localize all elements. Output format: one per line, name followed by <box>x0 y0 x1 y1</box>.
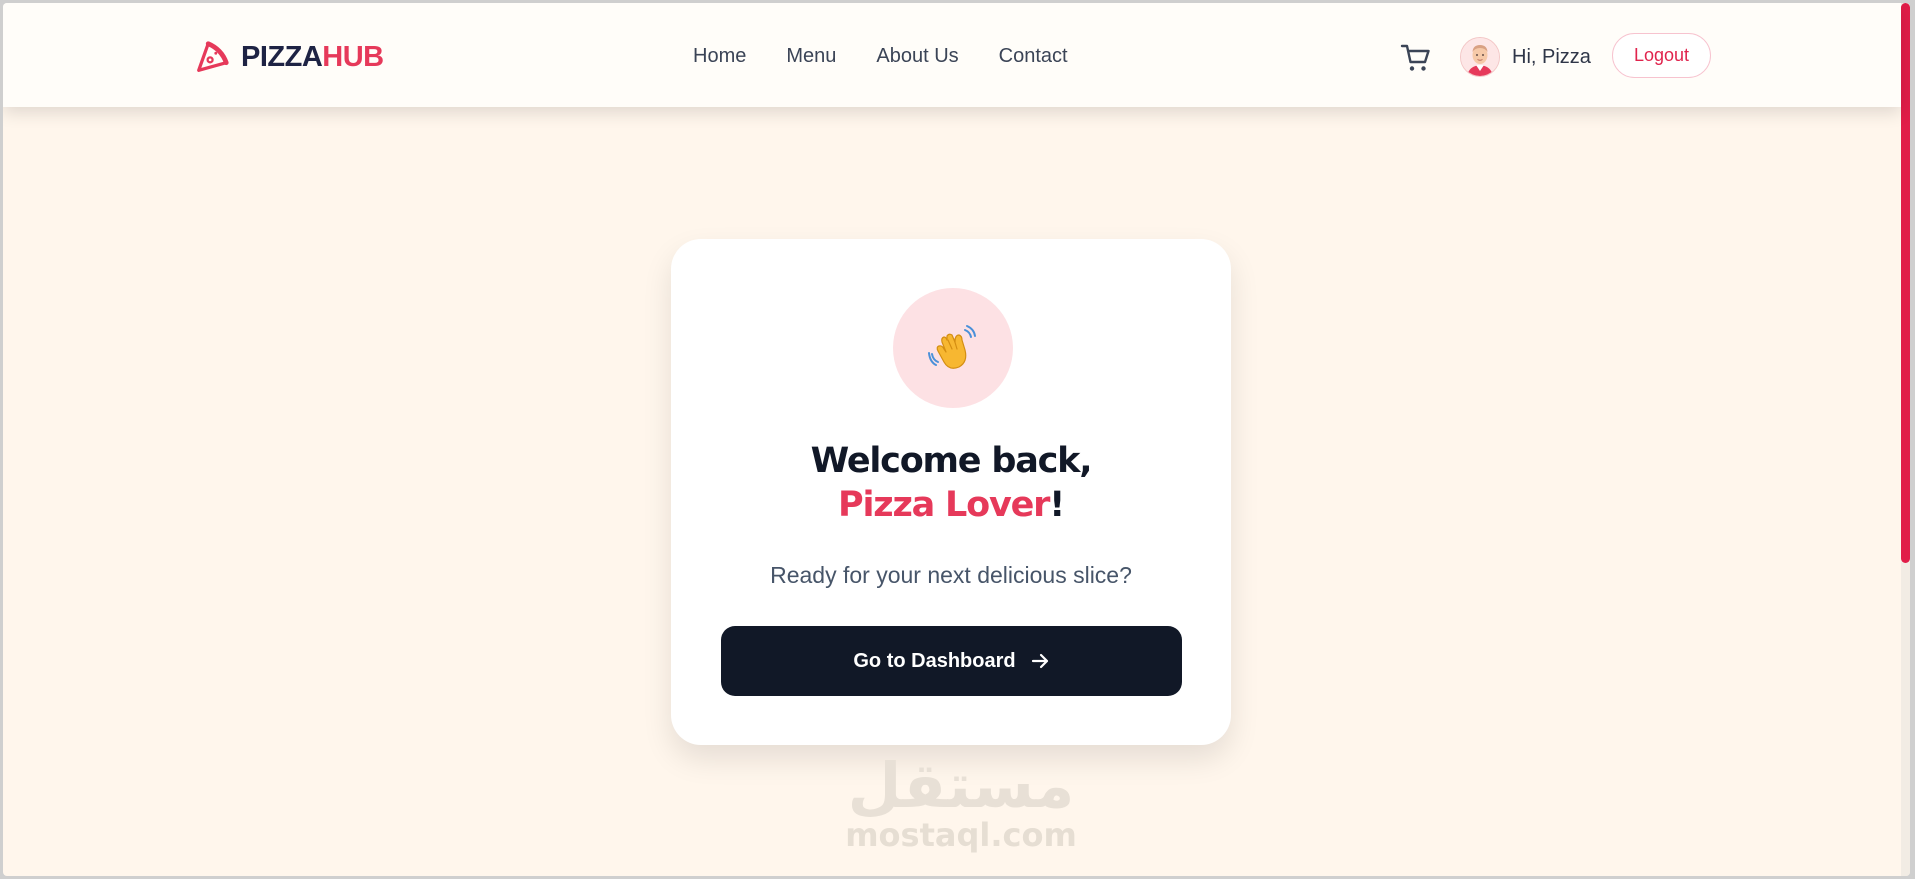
brand-name-part2: HUB <box>322 40 384 73</box>
welcome-title-punctuation: ! <box>1049 485 1065 525</box>
nav-menu[interactable]: Menu <box>786 43 836 69</box>
welcome-title-name: Pizza Lover <box>838 485 1050 525</box>
logo-link[interactable]: PIZZAHUB <box>193 37 384 77</box>
user-greeting: Hi, Pizza <box>1512 45 1591 68</box>
welcome-title: Welcome back, Pizza Lover! <box>671 439 1231 527</box>
logout-button[interactable]: Logout <box>1612 33 1711 78</box>
welcome-icon-badge <box>893 288 1013 408</box>
scrollbar[interactable] <box>1901 3 1910 876</box>
cart-icon[interactable] <box>1400 43 1432 73</box>
scrollbar-thumb[interactable] <box>1901 3 1910 563</box>
pizza-slice-icon <box>197 41 229 72</box>
user-avatar[interactable] <box>1460 37 1500 77</box>
nav-contact[interactable]: Contact <box>999 43 1068 69</box>
watermark-latin: mostaql.com <box>845 816 1077 854</box>
watermark: مستقل mostaql.com <box>843 755 1079 865</box>
go-to-dashboard-button[interactable]: Go to Dashboard <box>721 626 1182 696</box>
nav-home[interactable]: Home <box>693 43 746 69</box>
browser-viewport: PIZZAHUB Home Menu About Us Contact Hi, … <box>3 3 1910 876</box>
welcome-title-line1: Welcome back, <box>810 441 1093 481</box>
go-to-dashboard-label: Go to Dashboard <box>853 649 1016 672</box>
user-menu[interactable]: Hi, Pizza <box>1460 37 1591 77</box>
watermark-arabic: مستقل <box>847 749 1075 822</box>
nav-about-us[interactable]: About Us <box>876 43 958 69</box>
brand-name-part1: PIZZA <box>241 40 323 73</box>
arrow-right-icon <box>1031 653 1048 669</box>
site-header: PIZZAHUB Home Menu About Us Contact Hi, … <box>3 3 1901 107</box>
welcome-subtitle: Ready for your next delicious slice? <box>770 562 1132 588</box>
brand-name: PIZZAHUB <box>241 40 384 73</box>
main-nav: Home Menu About Us Contact <box>693 43 1068 69</box>
waving-hand-icon <box>928 325 976 369</box>
welcome-card: Welcome back, Pizza Lover! Ready for you… <box>671 239 1231 745</box>
